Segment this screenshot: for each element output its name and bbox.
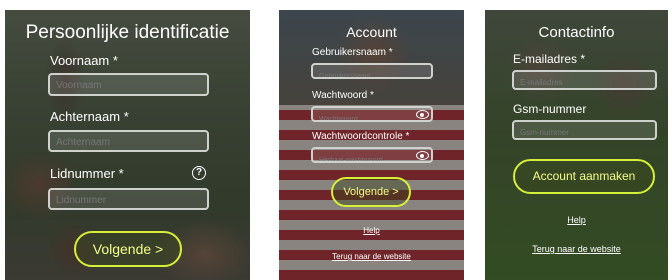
last-name-label: Achternaam * <box>50 109 129 124</box>
username-field[interactable] <box>311 63 433 79</box>
member-number-input[interactable] <box>54 190 207 208</box>
password-confirm-field[interactable] <box>311 147 433 163</box>
password-input[interactable] <box>317 112 416 120</box>
screen-contact-info: Contactinfo E-mailadres * Gsm-nummer Acc… <box>485 10 668 280</box>
last-name-input[interactable] <box>54 132 207 150</box>
screen-account: Account Gebruikersnaam * Wachtwoord * Wa… <box>279 10 464 280</box>
first-name-field[interactable] <box>48 73 209 96</box>
next-button[interactable]: Volgende > <box>74 231 182 267</box>
first-name-input[interactable] <box>54 75 207 94</box>
help-link[interactable]: Help <box>279 226 464 235</box>
mobile-input[interactable] <box>518 123 655 138</box>
mobile-label: Gsm-nummer <box>513 102 587 116</box>
username-input[interactable] <box>317 69 431 77</box>
email-input[interactable] <box>518 73 655 88</box>
question-circle-icon[interactable]: ? <box>192 166 206 180</box>
help-link[interactable]: Help <box>485 215 668 225</box>
create-account-button[interactable]: Account aanmaken <box>513 159 655 194</box>
page-title: Account <box>346 24 397 40</box>
password-label: Wachtwoord * <box>312 90 374 101</box>
eye-icon[interactable] <box>416 151 429 160</box>
back-to-website-link[interactable]: Terug naar de website <box>485 244 668 254</box>
password-confirm-label: Wachtwoordcontrole * <box>312 131 410 142</box>
password-field[interactable] <box>311 106 433 122</box>
eye-icon[interactable] <box>416 110 429 119</box>
username-label: Gebruikersnaam * <box>312 47 393 58</box>
next-button[interactable]: Volgende > <box>331 177 411 207</box>
page-title: Persoonlijke identificatie <box>25 22 230 43</box>
back-to-website-link[interactable]: Terug naar de website <box>279 252 464 261</box>
last-name-field[interactable] <box>48 130 209 152</box>
password-confirm-input[interactable] <box>317 153 416 161</box>
member-number-field[interactable] <box>48 188 209 210</box>
member-number-label: Lidnummer * <box>50 166 124 181</box>
first-name-label: Voornaam * <box>50 53 118 68</box>
mobile-field[interactable] <box>512 120 657 140</box>
email-field[interactable] <box>512 70 657 90</box>
page-title: Contactinfo <box>538 24 615 41</box>
screen-personal-identification: Persoonlijke identificatie Voornaam * Ac… <box>5 10 250 280</box>
email-label: E-mailadres * <box>513 52 586 66</box>
